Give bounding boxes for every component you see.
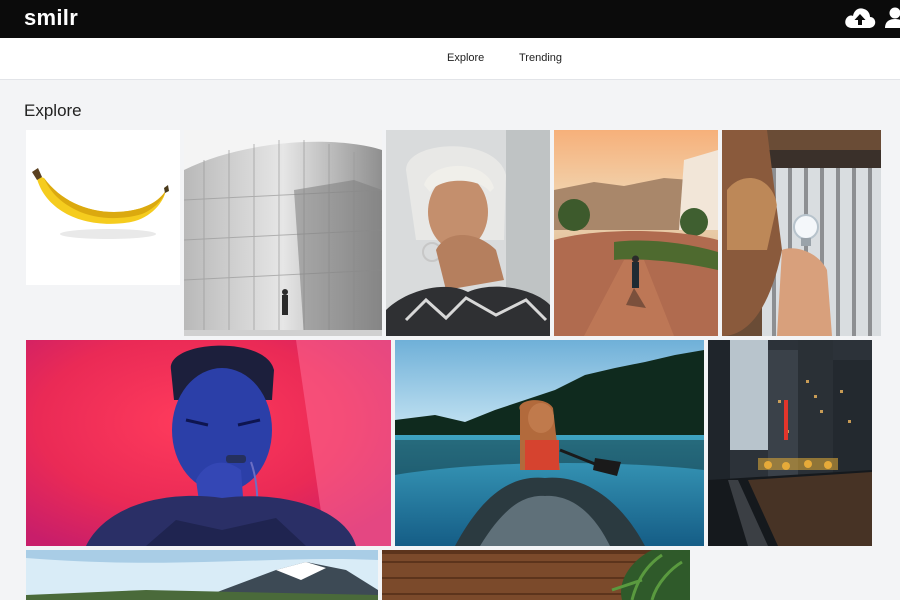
photo-night-city[interactable] (708, 340, 872, 546)
sub-nav: Explore Trending (0, 38, 900, 80)
mountain-image (26, 550, 378, 600)
photo-architecture[interactable] (184, 130, 382, 336)
portrait-woman-image (386, 130, 550, 336)
app-logo[interactable]: smilr (24, 5, 78, 31)
cloud-upload-icon (845, 8, 876, 28)
user-button[interactable] (884, 6, 900, 32)
blue-face-image (26, 340, 391, 546)
photo-lake-canoe[interactable] (395, 340, 704, 546)
city-street-image (554, 130, 718, 336)
wood-plant-image (382, 550, 690, 600)
photo-mountain[interactable] (26, 550, 378, 600)
upload-button[interactable] (843, 4, 877, 32)
photo-lightbulb[interactable] (722, 130, 881, 336)
lightbulb-image (722, 130, 881, 336)
photo-wood-plant[interactable] (382, 550, 690, 600)
night-city-image (708, 340, 872, 546)
top-bar: smilr (0, 0, 900, 38)
user-icon (885, 7, 900, 28)
nav-explore[interactable]: Explore (447, 52, 484, 64)
page-title: Explore (24, 101, 82, 120)
banana-image (26, 130, 180, 285)
photo-banana[interactable] (26, 130, 180, 285)
lake-canoe-image (395, 340, 704, 546)
photo-city-street[interactable] (554, 130, 718, 336)
photo-portrait-woman[interactable] (386, 130, 550, 336)
photo-blue-face[interactable] (26, 340, 391, 546)
nav-trending[interactable]: Trending (519, 52, 562, 64)
architecture-image (184, 130, 382, 336)
